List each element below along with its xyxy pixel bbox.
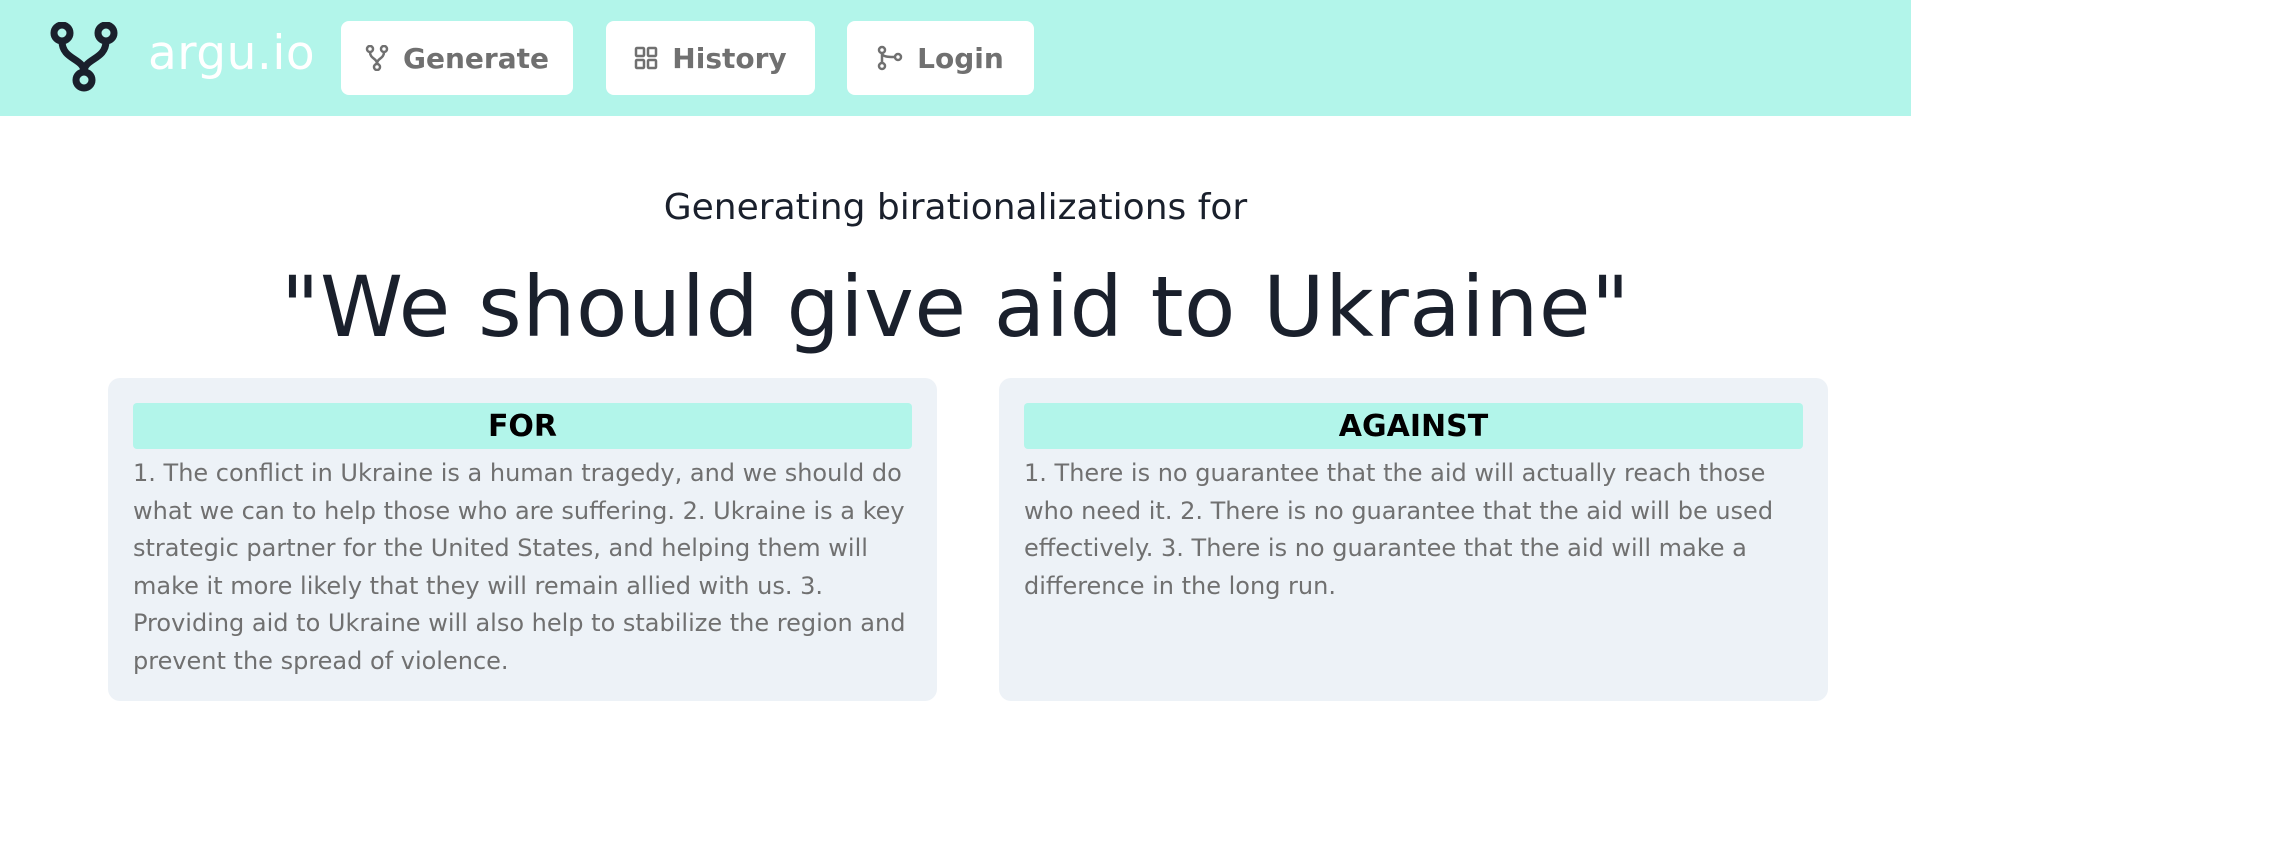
against-card: AGAINST 1. There is no guarantee that th… <box>999 378 1828 701</box>
generate-button[interactable]: Generate <box>341 21 573 95</box>
for-card-text: 1. The conflict in Ukraine is a human tr… <box>133 459 906 675</box>
git-branch-icon <box>877 45 903 71</box>
brand-name[interactable]: argu.io <box>148 24 315 84</box>
navbar: argu.io Generate History Login <box>0 0 1911 116</box>
history-button[interactable]: History <box>606 21 815 95</box>
for-card: FOR 1. The conflict in Ukraine is a huma… <box>108 378 937 701</box>
against-card-header: AGAINST <box>1024 403 1803 449</box>
login-button-label: Login <box>917 41 1004 75</box>
for-card-header: FOR <box>133 403 912 449</box>
grid-icon <box>634 46 658 70</box>
branch-fork-icon[interactable] <box>50 21 118 92</box>
generate-button-label: Generate <box>403 41 549 75</box>
branch-fork-icon <box>365 45 389 71</box>
page: argu.io Generate History Login Generatin… <box>0 0 2294 866</box>
against-card-text: 1. There is no guarantee that the aid wi… <box>1024 459 1774 600</box>
history-button-label: History <box>672 41 787 75</box>
page-subtitle: Generating birationalizations for <box>663 187 1248 228</box>
login-button[interactable]: Login <box>847 21 1034 95</box>
page-title: "We should give aid to Ukraine" <box>280 258 1631 356</box>
